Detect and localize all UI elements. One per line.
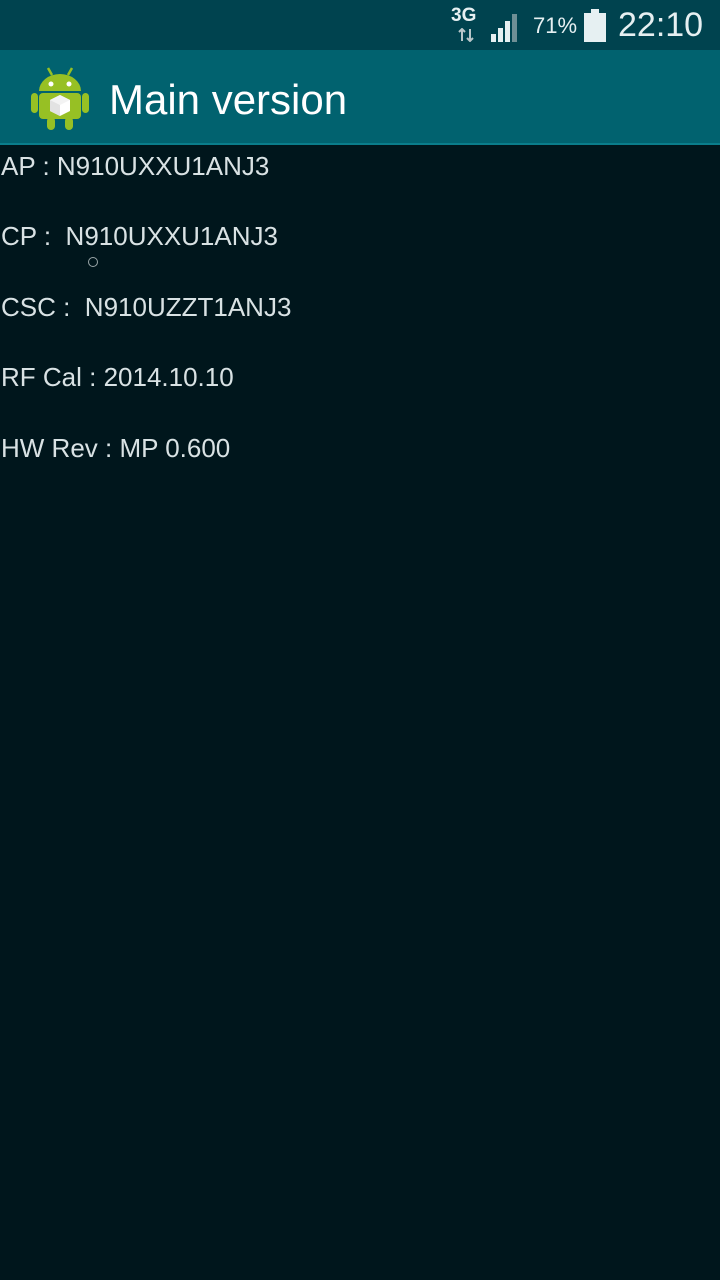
cp-version: CP : N910UXXU1ANJ3 — [1, 221, 278, 251]
csc-version: CSC : N910UZZT1ANJ3 — [1, 292, 292, 322]
signal-strength-icon — [491, 14, 517, 42]
data-transfer-icon — [458, 28, 474, 42]
android-robot-icon[interactable] — [30, 65, 90, 131]
action-bar: Main version — [0, 50, 720, 145]
battery-percent: 71% — [533, 13, 578, 38]
hw-revision: HW Rev : MP 0.600 — [1, 433, 231, 463]
status-clock: 22:10 — [618, 6, 704, 44]
touch-indicator — [88, 257, 98, 267]
page-title: Main version — [109, 76, 348, 123]
network-indicator: 3G — [451, 6, 481, 44]
network-type-label: 3G — [451, 5, 477, 26]
ap-version: AP : N910UXXU1ANJ3 — [1, 151, 270, 181]
rf-cal-date: RF Cal : 2014.10.10 — [1, 362, 234, 392]
status-bar: 3G 71% 22:10 — [0, 0, 720, 50]
battery-icon — [584, 9, 606, 42]
